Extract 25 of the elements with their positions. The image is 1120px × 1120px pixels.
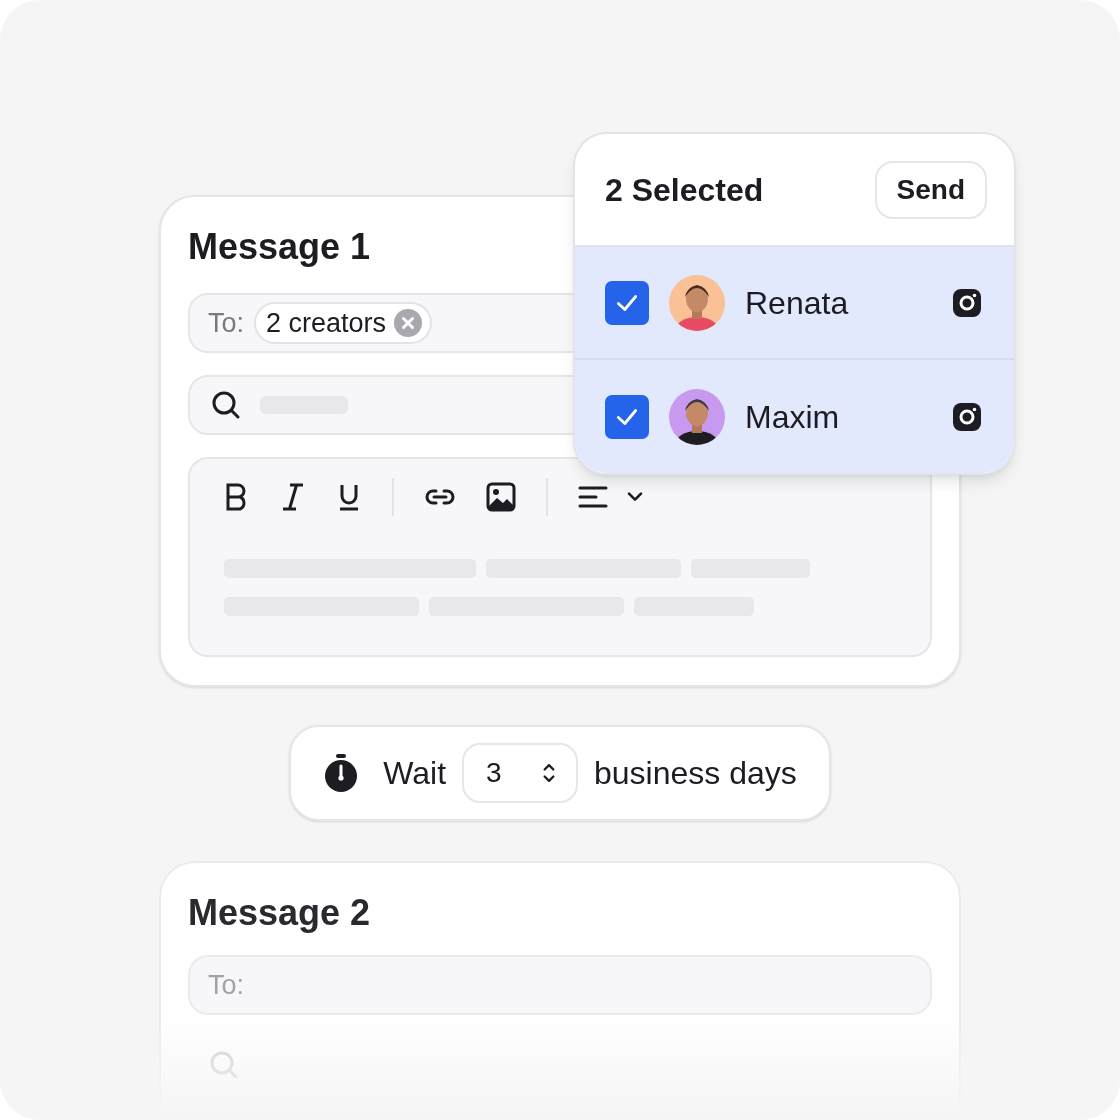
timer-icon [323,753,360,793]
creator-row[interactable]: Maxim [575,360,1014,473]
creator-row[interactable]: Renata [575,247,1014,360]
field-label: To: [208,968,245,1002]
number-stepper[interactable]: 3 [462,743,578,803]
image-icon[interactable] [486,482,516,512]
caret-icon [626,491,644,503]
instagram-icon [952,401,982,432]
unit-label: business days [594,754,797,793]
italic-icon[interactable] [280,482,306,512]
instagram-icon [952,287,982,318]
popover-title: 2 Selected [605,170,764,210]
send-button[interactable]: Send [874,160,987,219]
field-label: To: [208,306,245,340]
card-title: Message 1 [188,225,372,269]
card-title: Message 2 [188,891,372,935]
align-icon [578,485,608,509]
stepper-arrows-icon[interactable] [542,761,556,785]
search-icon [210,389,242,421]
wait-label: Wait [383,754,446,793]
creator-name: Maxim [745,397,841,437]
checkbox[interactable] [605,394,649,439]
checkbox[interactable] [605,280,649,325]
align-dropdown[interactable] [578,485,644,509]
recipient-chip[interactable]: 2 creators [254,302,433,344]
